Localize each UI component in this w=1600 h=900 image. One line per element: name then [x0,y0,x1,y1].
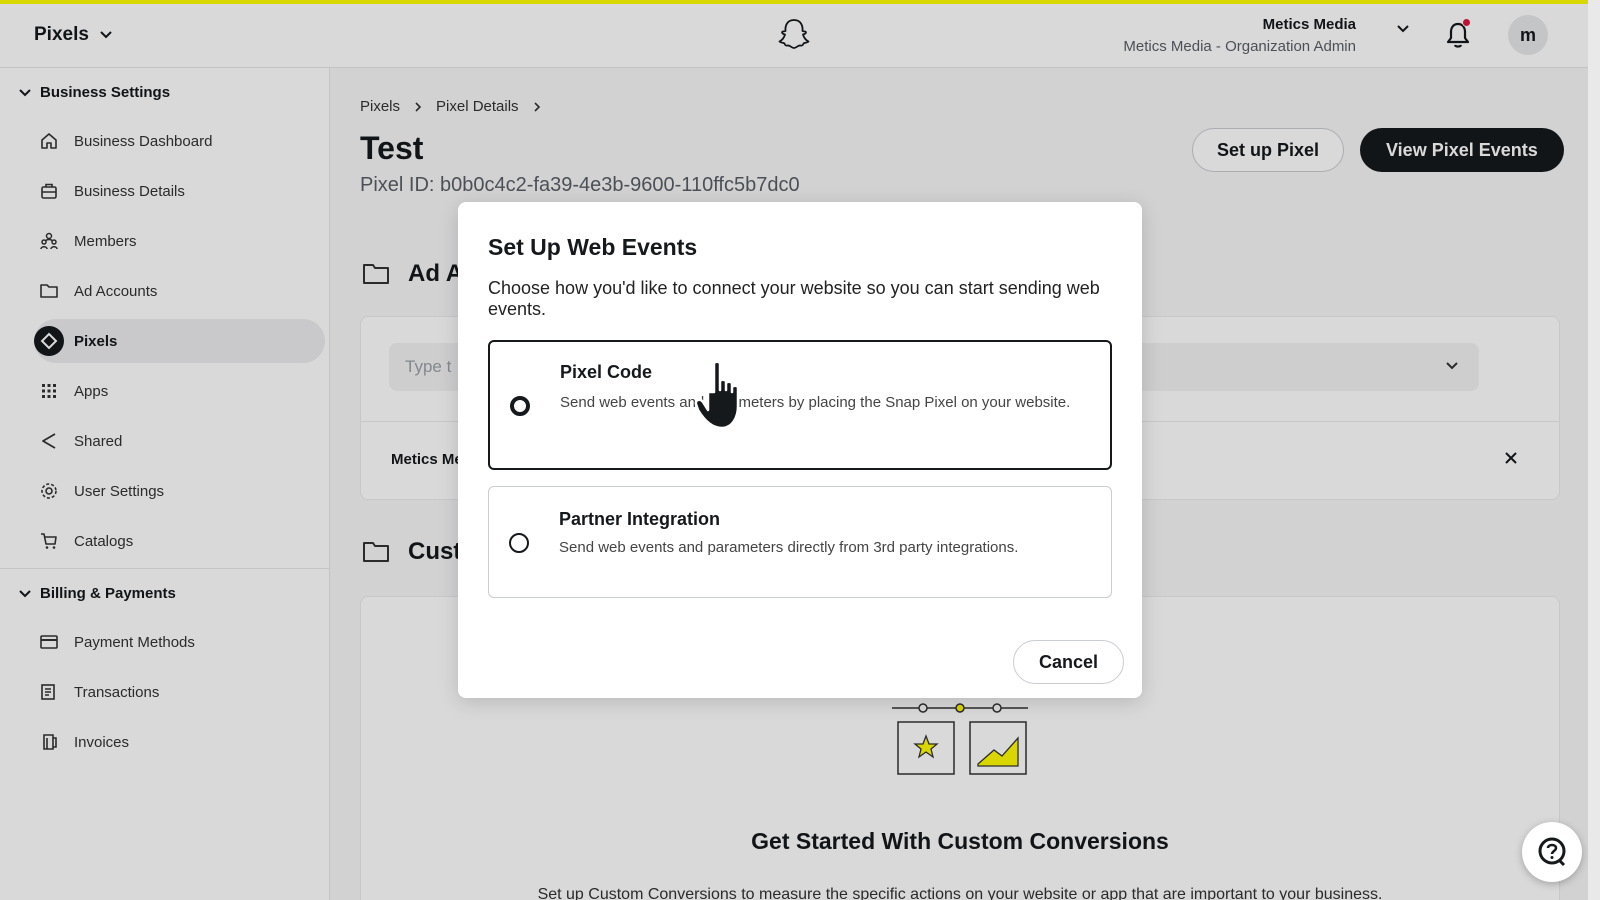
hand-pointer-icon [694,360,740,430]
pixel-code-radio[interactable] [510,396,530,416]
pixel-code-option[interactable]: Pixel Code Send web events and parameter… [488,340,1112,470]
modal-description: Choose how you'd like to connect your we… [488,278,1100,319]
help-chat-icon [1538,837,1566,867]
option-title: Pixel Code [560,362,653,382]
page-scrollbar[interactable] [1588,0,1600,900]
help-button[interactable] [1522,822,1582,882]
partner-integration-radio[interactable] [509,533,529,553]
option-description: Send web events and parameters directly … [559,539,1019,556]
setup-web-events-modal: Set Up Web Events Choose how you'd like … [458,202,1142,698]
cancel-button[interactable]: Cancel [1012,640,1124,684]
option-title: Partner Integration [559,509,721,529]
partner-integration-option[interactable]: Partner Integration Send web events and … [488,486,1112,598]
option-description: Send web events and parameters by placin… [560,394,1071,411]
modal-title: Set Up Web Events [488,234,698,260]
